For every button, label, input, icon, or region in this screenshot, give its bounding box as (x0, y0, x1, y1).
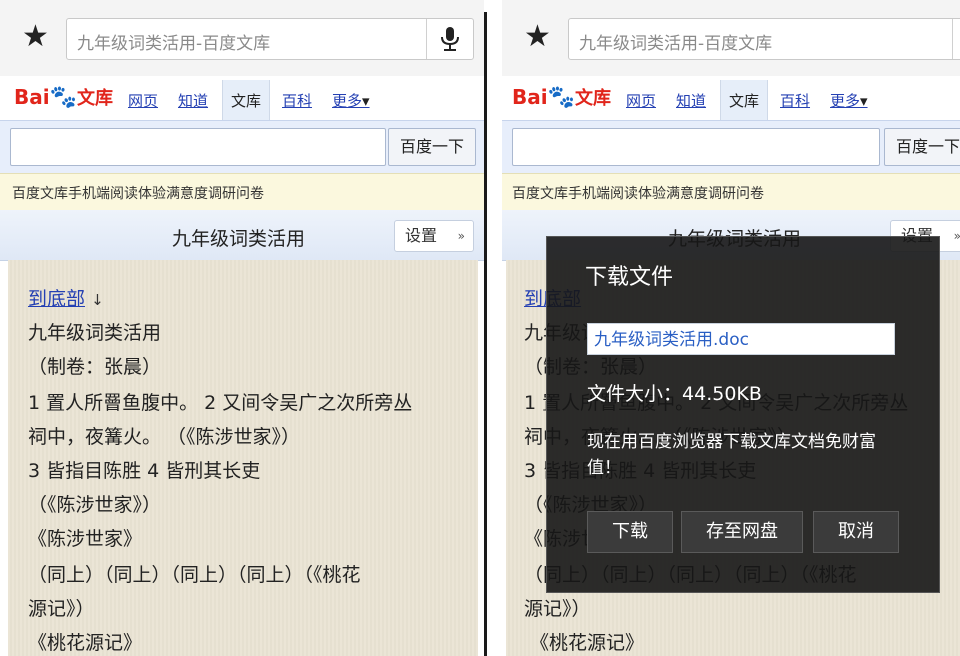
doc-line: 九年级词类活用 (28, 322, 162, 344)
bookmark-star-icon[interactable]: ★ (22, 22, 49, 52)
doc-title: 九年级词类活用 (172, 228, 306, 250)
nav-item-more[interactable]: 更多▾ (830, 90, 868, 111)
nav-item-baike[interactable]: 百科 (282, 90, 312, 111)
nav-item-wenku[interactable]: 文库 (222, 80, 271, 120)
nav-item-baike[interactable]: 百科 (780, 90, 810, 111)
file-size-value: 44.50KB (682, 383, 762, 405)
logo-bai-text: Bai (14, 85, 50, 109)
search-bar: 百度一下 (502, 120, 960, 173)
logo-bai-text: Bai (512, 85, 548, 109)
save-to-cloud-button[interactable]: 存至网盘 (681, 511, 803, 553)
doc-line: 《桃花源记》 (28, 632, 143, 654)
to-bottom-link[interactable]: 到底部 (28, 288, 85, 310)
doc-title-bar: 九年级词类活用 设置 » (0, 210, 484, 261)
url-field[interactable]: 九年级词类活用-百度文库 (568, 18, 960, 60)
doc-content: 到底部 ↓ 九年级词类活用 （制卷：张晨） 1 置人所罾鱼腹中。 2 又间令吴广… (8, 260, 478, 656)
search-bar: 百度一下 (0, 120, 484, 173)
url-text: 九年级词类活用-百度文库 (77, 34, 271, 54)
microphone-icon[interactable] (439, 26, 461, 52)
settings-label: 设置 (405, 226, 438, 245)
survey-notice-text: 百度文库手机端阅读体验满意度调研问卷 (512, 186, 764, 202)
survey-notice[interactable]: 百度文库手机端阅读体验满意度调研问卷 (502, 173, 960, 211)
file-size: 文件大小：44.50KB (587, 379, 762, 406)
search-button[interactable]: 百度一下 (388, 128, 476, 166)
down-arrow-icon: ↓ (91, 291, 104, 309)
search-input[interactable] (512, 128, 880, 166)
chevron-down-icon: ▾ (362, 92, 370, 110)
baidu-wenku-logo[interactable]: Bai🐾文库 (14, 84, 113, 110)
logo-wenku-text: 文库 (77, 88, 114, 109)
doc-line: 源记》） (28, 598, 95, 620)
nav-more-label: 更多 (332, 92, 363, 110)
doc-line: 1 置人所罾鱼腹中。 2 又间令吴广之次所旁丛 (28, 392, 413, 414)
survey-notice-text: 百度文库手机端阅读体验满意度调研问卷 (12, 186, 264, 202)
bookmark-star-icon[interactable]: ★ (524, 22, 551, 52)
doc-line: 《陈涉世家》 (28, 528, 143, 550)
logo-wenku-text: 文库 (575, 88, 612, 109)
doc-line: （《陈涉世家》） (28, 494, 162, 516)
settings-chevron-icon: » (457, 229, 465, 243)
nav-item-zhidao[interactable]: 知道 (178, 90, 208, 111)
doc-line: 《桃花源记》 (530, 632, 645, 654)
left-screenshot: ★ 九年级词类活用-百度文库 Bai🐾文库 网页 知道 文库 百科 更多▾ 百度… (0, 0, 484, 656)
nav-item-zhidao[interactable]: 知道 (676, 90, 706, 111)
settings-button[interactable]: 设置 » (394, 220, 474, 252)
address-bar: ★ 九年级词类活用-百度文库 (502, 0, 960, 76)
nav-item-wenku[interactable]: 文库 (720, 80, 769, 120)
url-field[interactable]: 九年级词类活用-百度文库 (66, 18, 474, 60)
search-input[interactable] (10, 128, 386, 166)
download-dialog: 下载文件 九年级词类活用.doc 文件大小：44.50KB 现在用百度浏览器下载… (546, 236, 940, 593)
nav-bar: Bai🐾文库 网页 知道 文库 百科 更多▾ (0, 76, 484, 120)
cancel-button[interactable]: 取消 (813, 511, 899, 553)
address-bar: ★ 九年级词类活用-百度文库 (0, 0, 484, 76)
survey-notice[interactable]: 百度文库手机端阅读体验满意度调研问卷 (0, 173, 484, 211)
doc-line: 祠中，夜篝火。 （《陈涉世家》） (28, 426, 301, 448)
search-button[interactable]: 百度一下 (884, 128, 960, 166)
nav-bar: Bai🐾文库 网页 知道 文库 百科 更多▾ (502, 76, 960, 120)
mic-separator (952, 19, 953, 59)
nav-item-web[interactable]: 网页 (128, 90, 158, 111)
to-bottom-row: 到底部 ↓ (28, 284, 104, 311)
settings-chevron-icon: » (954, 221, 960, 251)
paw-icon: 🐾 (49, 85, 78, 110)
doc-line: （同上）（同上）（同上）（同上）（《桃花 (28, 564, 361, 586)
dialog-message: 现在用百度浏览器下载文库文档免财富值！ (587, 432, 876, 478)
doc-line: 3 皆指目陈胜 4 皆刑其长吏 (28, 460, 261, 482)
download-button[interactable]: 下载 (587, 511, 673, 553)
doc-line: 源记》） (524, 598, 591, 620)
paw-icon: 🐾 (547, 85, 576, 110)
nav-item-web[interactable]: 网页 (626, 90, 656, 111)
right-screenshot: ★ 九年级词类活用-百度文库 Bai🐾文库 网页 知道 文库 百科 更多▾ 百度… (502, 0, 960, 656)
panel-divider (484, 12, 487, 656)
dialog-title: 下载文件 (585, 265, 674, 290)
nav-more-label: 更多 (830, 92, 861, 110)
filename-input[interactable]: 九年级词类活用.doc (587, 323, 895, 355)
nav-item-more[interactable]: 更多▾ (332, 90, 370, 111)
doc-line: （制卷：张晨） (28, 356, 162, 378)
chevron-down-icon: ▾ (860, 92, 868, 110)
url-text: 九年级词类活用-百度文库 (579, 34, 773, 54)
file-size-label: 文件大小： (587, 383, 683, 405)
baidu-wenku-logo[interactable]: Bai🐾文库 (512, 84, 611, 110)
mic-separator (426, 19, 427, 59)
